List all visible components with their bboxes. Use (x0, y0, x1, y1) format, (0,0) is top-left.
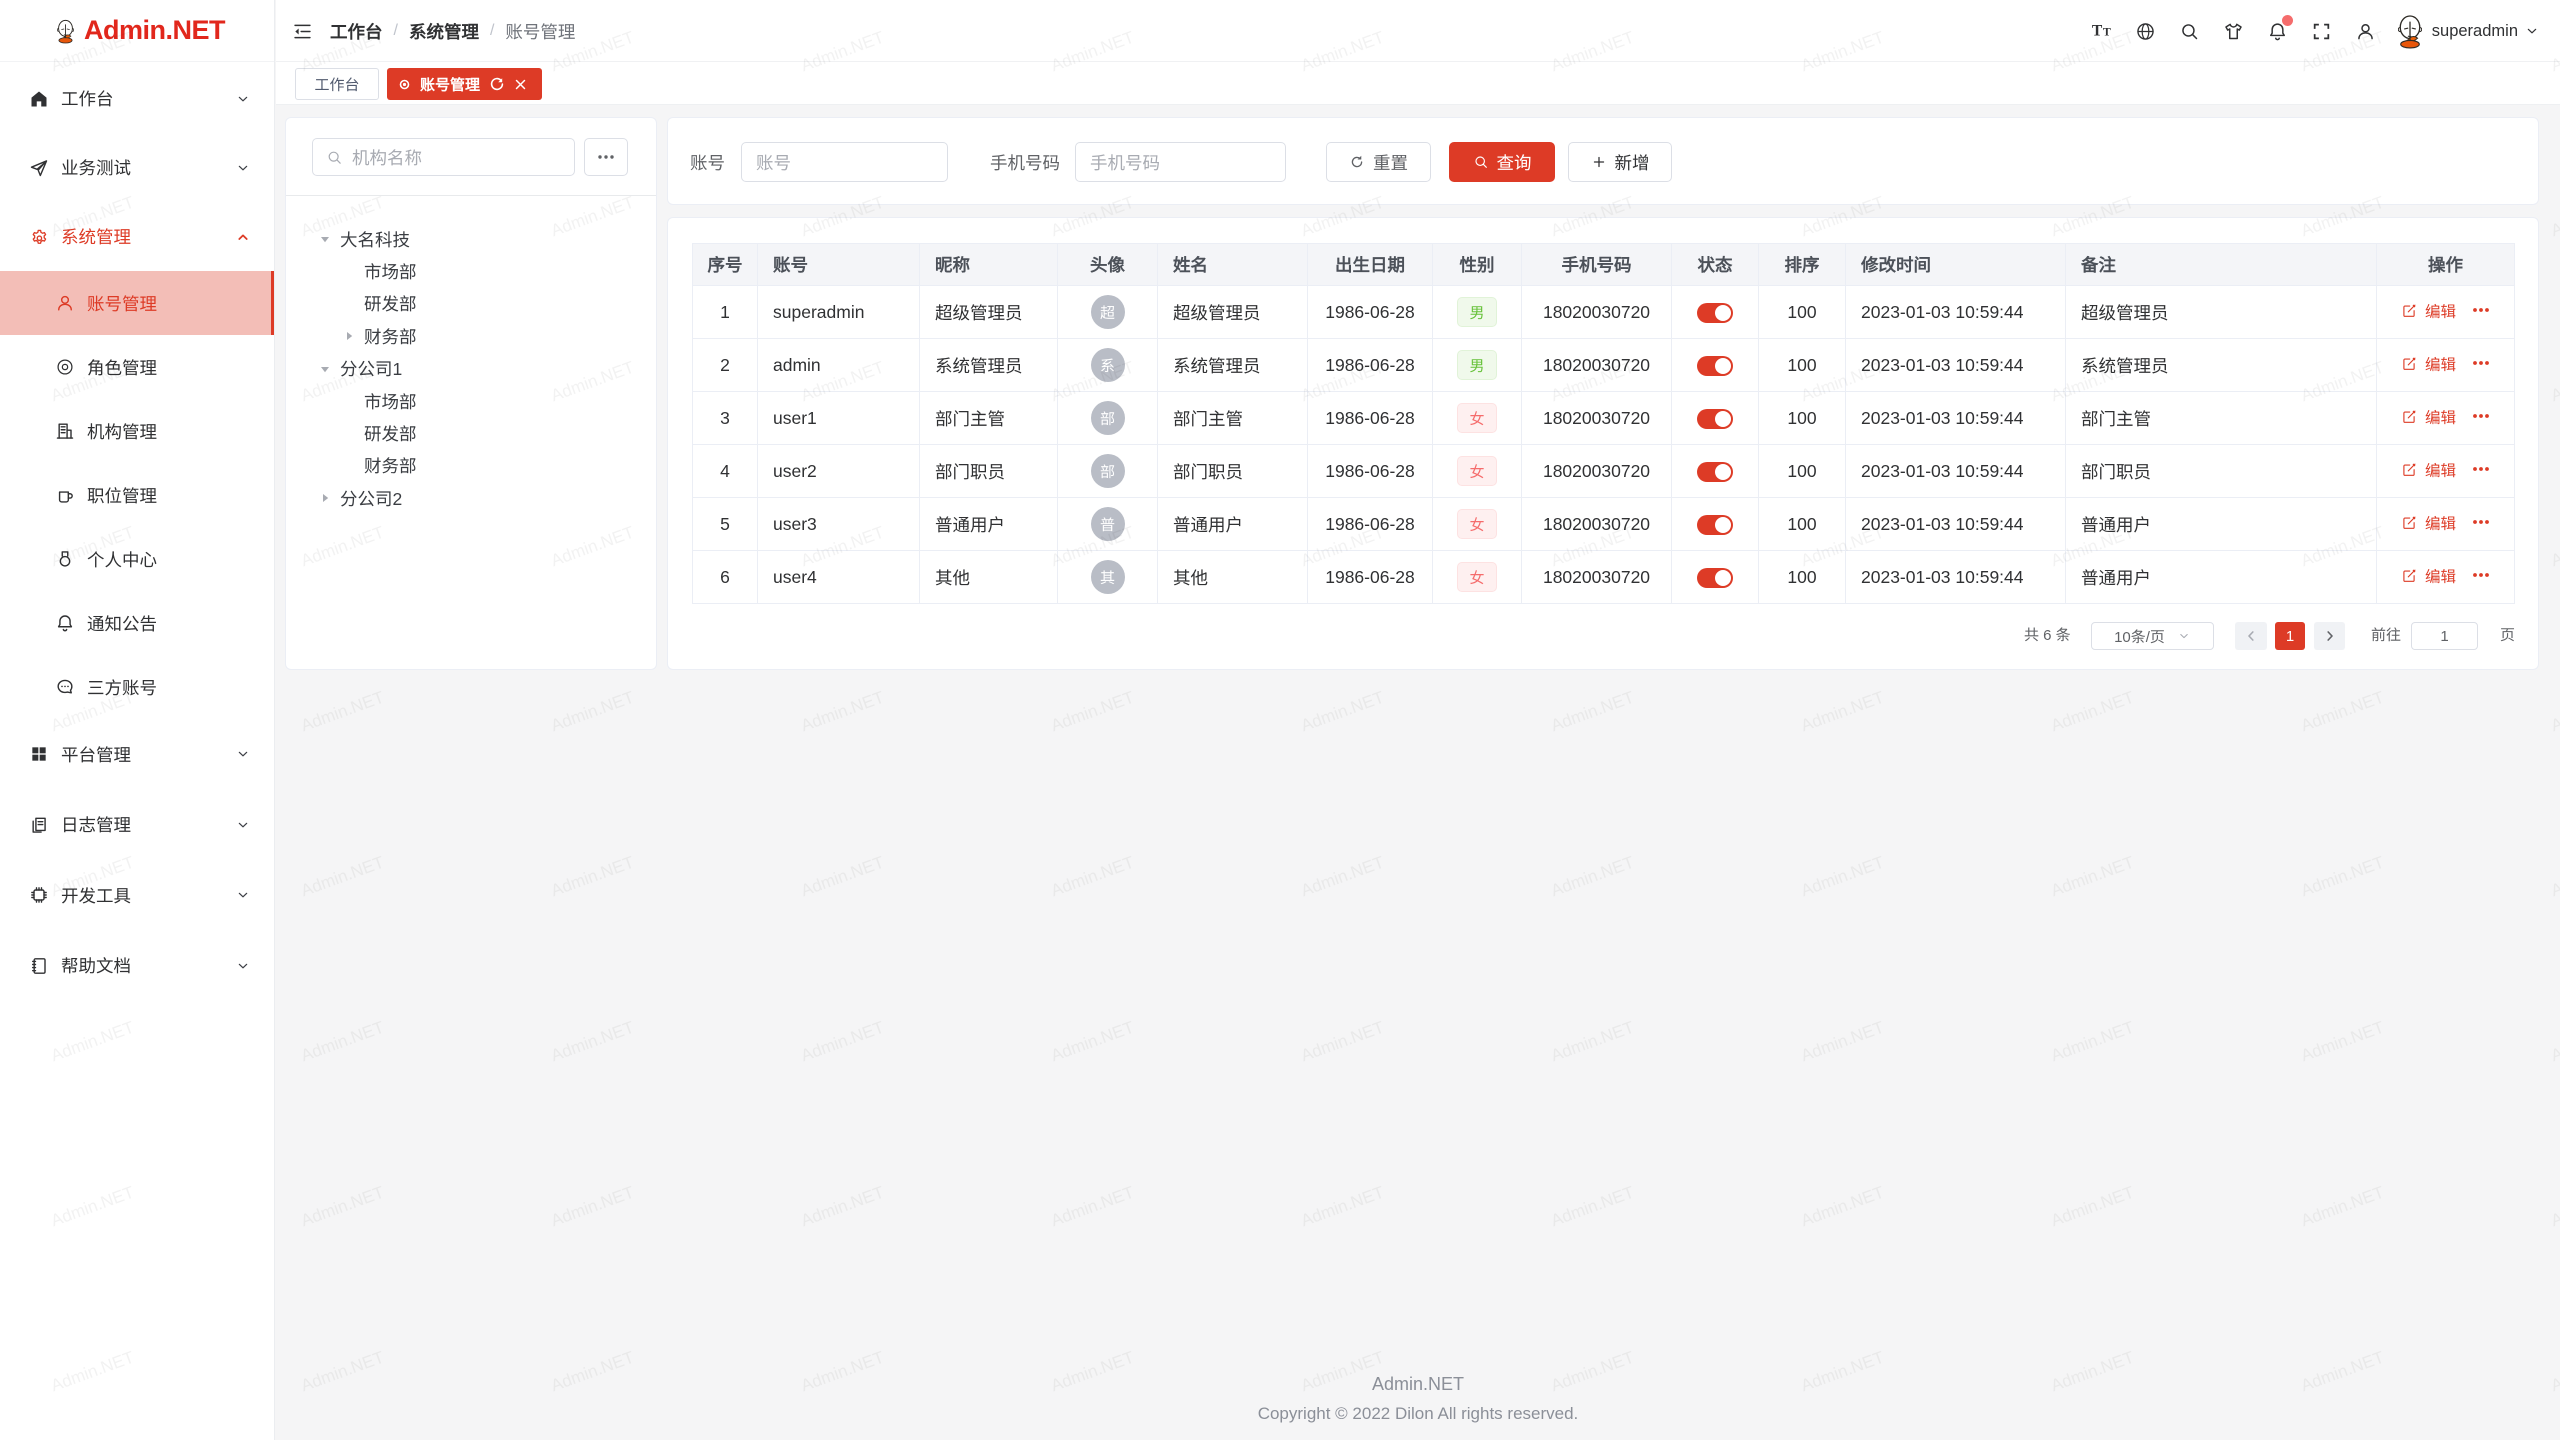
svg-text:T: T (2103, 25, 2111, 39)
svg-text:T: T (2092, 23, 2103, 40)
